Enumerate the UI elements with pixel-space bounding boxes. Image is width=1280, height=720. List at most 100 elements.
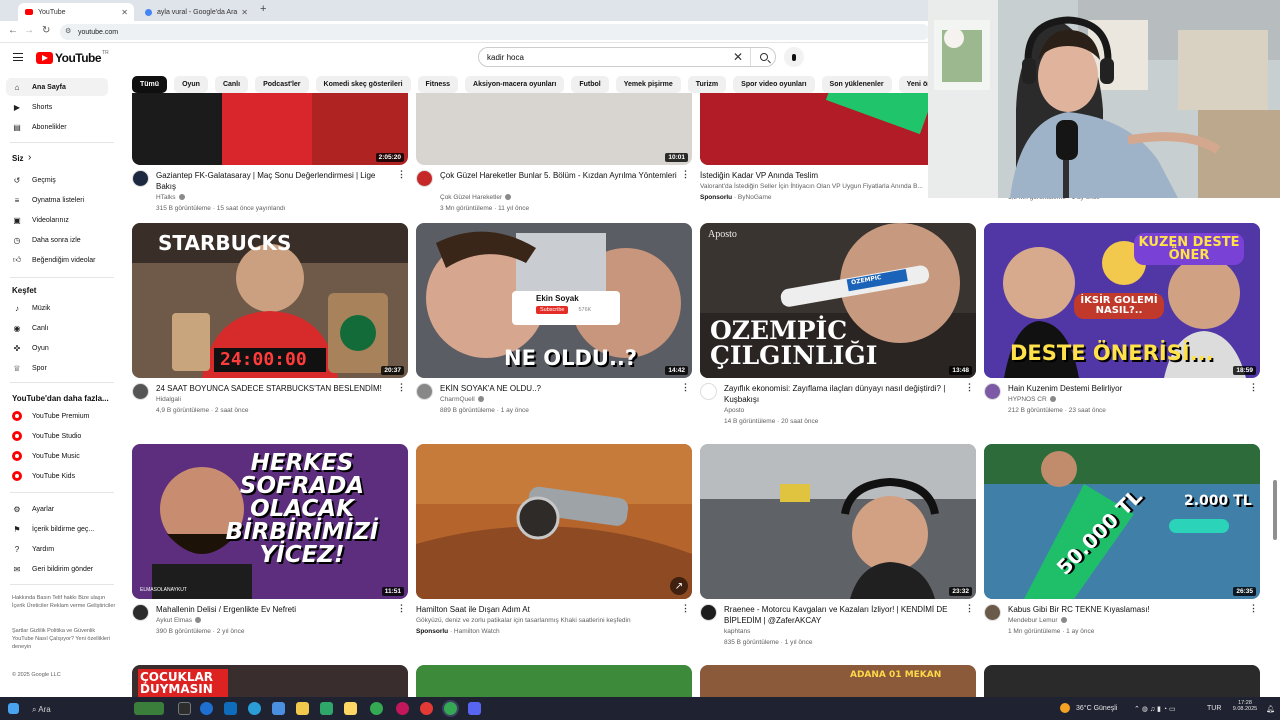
sidebar-item[interactable]: ✜ Oyun xyxy=(6,339,108,357)
video-card[interactable]: STARBUCKS 24:00:00 20:37 24 SAAT BOYUNCA SA… xyxy=(132,223,408,420)
channel-avatar[interactable] xyxy=(132,383,149,400)
tab-youtube[interactable]: YouTube ✕ xyxy=(18,3,134,21)
video-thumbnail[interactable]: KUZEN DESTE ÖNER İKSİR GOLEMİ NASIL?.. DES… xyxy=(984,223,1260,378)
app-icon[interactable] xyxy=(320,702,333,715)
channel-name[interactable]: Mendebur Lemur xyxy=(1008,617,1058,624)
app-icon[interactable] xyxy=(272,702,285,715)
sidebar-item[interactable]: ◷ Daha sonra izle xyxy=(6,231,108,249)
channel-name[interactable]: ByNoGame xyxy=(738,194,772,201)
tray-icons[interactable]: ⌃ ◍ ♫ ▮ ◔ ▭ xyxy=(1134,705,1176,713)
file-explorer-icon[interactable] xyxy=(296,702,309,715)
video-title[interactable]: Hain Kuzenim Destemi Belirliyor xyxy=(1008,383,1246,394)
chrome-icon[interactable] xyxy=(370,702,383,715)
app-icon[interactable] xyxy=(420,702,433,715)
sidebar-item[interactable]: ⚙ Ayarlar xyxy=(6,500,108,518)
video-title[interactable]: Çok Güzel Hareketler Bunlar 5. Bölüm - K… xyxy=(440,170,678,181)
channel-name[interactable]: kaphtans xyxy=(724,628,750,635)
video-thumbnail-peek[interactable] xyxy=(416,665,692,697)
app-icon[interactable] xyxy=(396,702,409,715)
video-card[interactable]: KIZDAN AYRILMA YÖNTEMLERİ 10:01 Çok Güzel … xyxy=(416,10,692,212)
more-options-icon[interactable]: ⋮ xyxy=(1249,382,1258,393)
sidebar-footer[interactable]: © 2025 Google LLC xyxy=(12,671,116,679)
video-card[interactable]: HERKES SOFRADA OLACAK BİRBİRİMİZİ YİCEZ!… xyxy=(132,444,408,641)
clock[interactable]: 17:28 9.08.2025 xyxy=(1230,700,1260,712)
video-title[interactable]: Zayıflık ekonomisi: Zayıflama ilaçları d… xyxy=(724,383,962,405)
sidebar-item[interactable]: ◉ Canlı xyxy=(6,319,108,337)
video-card[interactable]: 50.000 TL 2.000 TL 26:35 Kabus Gibi Bir RC … xyxy=(984,444,1260,641)
app-icon[interactable] xyxy=(344,702,357,715)
forward-icon[interactable]: → xyxy=(24,25,34,36)
sidebar-item[interactable]: 👍︎ Beğendiğim videolar xyxy=(6,251,108,269)
sidebar-item[interactable]: ▶ Shorts xyxy=(6,98,108,116)
video-thumbnail[interactable]: GAZIANTEP FK GALATASARAY 2:05:20 xyxy=(132,93,408,165)
more-options-icon[interactable]: ⋮ xyxy=(965,603,974,614)
video-card[interactable]: KUZEN DESTE ÖNER İKSİR GOLEMİ NASIL?.. DES… xyxy=(984,223,1260,420)
video-title[interactable]: Hamilton Saat ile Dışarı Adım At xyxy=(416,604,654,615)
video-title[interactable]: Rraenee - Motorcu Kavgaları ve Kazaları … xyxy=(724,604,962,626)
video-thumbnail[interactable]: Ekin Soyak Subscribe 576K NE OLDU..? 14:42 xyxy=(416,223,692,378)
sidebar-item[interactable]: YouTube Studio xyxy=(6,427,108,445)
weather-text[interactable]: 36°C Güneşli xyxy=(1076,705,1117,712)
reload-icon[interactable]: ↻ xyxy=(42,25,50,36)
more-options-icon[interactable]: ⋮ xyxy=(1249,603,1258,614)
video-card[interactable]: Aposto OZEMPIC OZEMPİC ÇILGINLIĞI 13:48 Zayı… xyxy=(700,223,976,425)
widget-icon[interactable] xyxy=(134,702,164,715)
sidebar-item[interactable]: ♕ Spor xyxy=(6,359,108,377)
channel-name[interactable]: Aposto xyxy=(724,407,744,414)
video-title[interactable]: Mahallenin Delisi / Ergenlikte Ev Nefret… xyxy=(156,604,394,615)
video-title[interactable]: İstediğin Kadar VP Anında Teslim xyxy=(700,170,938,181)
close-tab-icon[interactable]: ✕ xyxy=(121,8,128,17)
channel-avatar[interactable] xyxy=(132,170,149,187)
video-thumbnail[interactable]: KIZDAN AYRILMA YÖNTEMLERİ 10:01 xyxy=(416,93,692,165)
channel-avatar[interactable] xyxy=(984,604,1001,621)
input-language[interactable]: TUR xyxy=(1207,705,1221,712)
channel-avatar[interactable] xyxy=(700,383,717,400)
video-thumbnail-peek[interactable]: ADANA 01 MEKAN xyxy=(700,665,976,697)
youtube-logo[interactable]: YouTube TR xyxy=(36,50,109,65)
channel-name[interactable]: CharmQuell xyxy=(440,396,475,403)
browser-icon[interactable] xyxy=(248,702,261,715)
taskbar-search[interactable]: ⌕ Ara xyxy=(32,705,51,715)
task-view-icon[interactable] xyxy=(178,702,191,715)
sidebar-item[interactable]: ⚑ İçerik bildirme geç... xyxy=(6,520,108,538)
back-icon[interactable]: ← xyxy=(8,25,18,36)
page-scrollbar[interactable] xyxy=(1273,480,1277,540)
video-thumbnail[interactable]: 50.000 TL 2.000 TL 26:35 xyxy=(984,444,1260,599)
sidebar-item[interactable]: ▣ Videolarınız xyxy=(6,211,108,229)
sidebar-footer[interactable]: Şartlar Gizlilik Politika ve Güvenlik Yo… xyxy=(12,627,116,651)
channel-name[interactable]: Aykut Elmas xyxy=(156,617,192,624)
sidebar-footer[interactable]: Hakkında Basın Telif hakkı Bize ulaşın İ… xyxy=(12,594,116,610)
edge-icon[interactable] xyxy=(200,702,213,715)
channel-name[interactable]: HYPNOS CR xyxy=(1008,396,1047,403)
hamburger-menu-icon[interactable] xyxy=(13,53,23,64)
sidebar-item[interactable]: ♪ Müzik xyxy=(6,299,108,317)
channel-avatar[interactable] xyxy=(416,170,433,187)
channel-name[interactable]: Hidalgali xyxy=(156,396,181,403)
sidebar-item[interactable]: ✉ Geri bildirim gönder xyxy=(6,560,108,578)
channel-name[interactable]: HTalks xyxy=(156,194,176,201)
sidebar-item[interactable]: ? Yardım xyxy=(6,540,108,558)
more-options-icon[interactable]: ⋮ xyxy=(681,382,690,393)
channel-avatar[interactable] xyxy=(984,383,1001,400)
sidebar-item[interactable]: ⌂ Ana Sayfa xyxy=(6,78,108,96)
channel-name[interactable]: Çok Güzel Hareketler xyxy=(440,194,502,201)
more-options-icon[interactable]: ⋮ xyxy=(397,169,406,180)
more-options-icon[interactable]: ⋮ xyxy=(965,382,974,393)
video-card[interactable]: Ekin Soyak Subscribe 576K NE OLDU..? 14:42 EK… xyxy=(416,223,692,420)
channel-avatar[interactable] xyxy=(416,383,433,400)
video-thumbnail[interactable]: ↗ xyxy=(416,444,692,599)
video-card[interactable]: 23:32 Rraenee - Motorcu Kavgaları ve Kaza… xyxy=(700,444,976,646)
chrome-active-icon[interactable] xyxy=(444,702,457,715)
sidebar-item[interactable]: ≡ Oynatma listeleri xyxy=(6,191,108,209)
chevron-right-icon[interactable]: › xyxy=(28,152,31,163)
video-thumbnail[interactable]: 23:32 xyxy=(700,444,976,599)
more-options-icon[interactable]: ⋮ xyxy=(681,169,690,180)
video-title[interactable]: EKİN SOYAK'A NE OLDU..? xyxy=(440,383,678,394)
video-thumbnail[interactable]: STARBUCKS 24:00:00 20:37 xyxy=(132,223,408,378)
channel-avatar[interactable] xyxy=(132,604,149,621)
more-options-icon[interactable]: ⋮ xyxy=(397,603,406,614)
channel-avatar[interactable] xyxy=(700,604,717,621)
site-info-icon[interactable]: ⚙ xyxy=(65,27,71,35)
video-card[interactable]: GAZIANTEP FK GALATASARAY 2:05:20 Gaziantep… xyxy=(132,10,408,212)
sidebar-item[interactable]: YouTube Premium xyxy=(6,407,108,425)
